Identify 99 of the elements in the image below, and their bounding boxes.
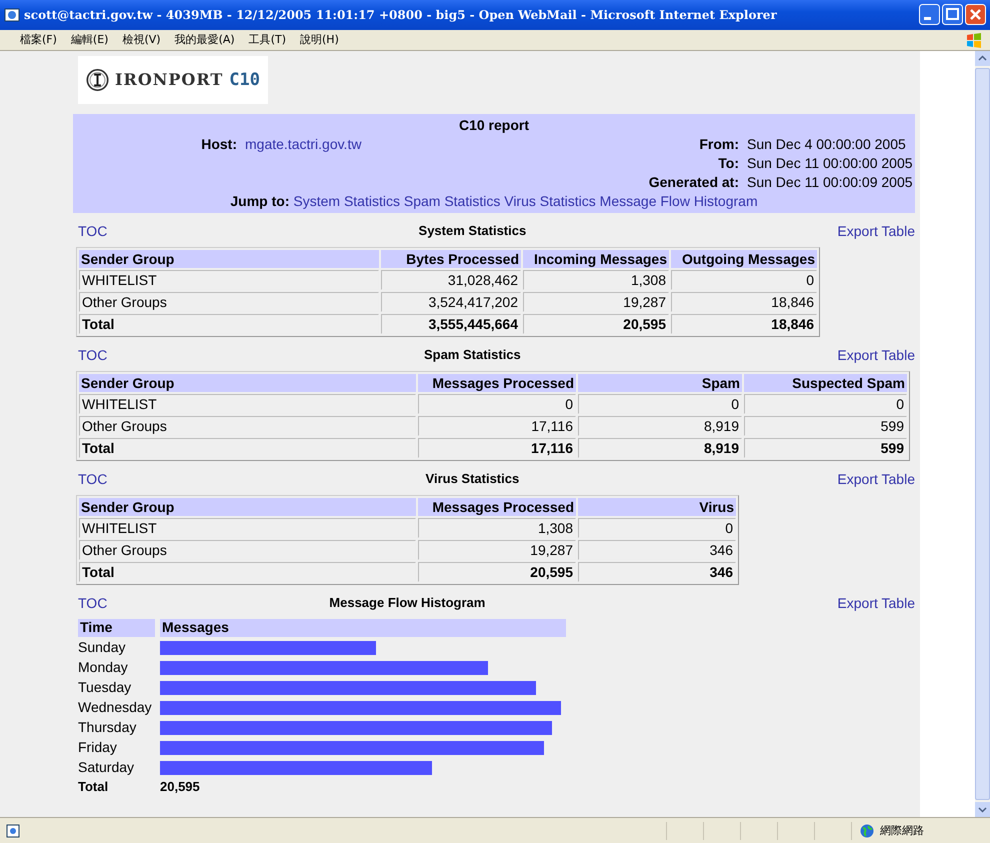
table-cell: 18,846 [671,292,817,312]
table-cell: WHITELIST [79,394,416,414]
column-header: Sender Group [79,250,379,268]
total-cell: Total [79,438,416,458]
table-cell: 8,919 [578,416,742,436]
export-table-link[interactable]: Export Table [837,470,915,487]
menu-item[interactable]: 檔案(F) [20,32,57,48]
table-cell: 3,524,417,202 [381,292,521,312]
section-title: Message Flow Histogram [328,595,486,610]
table-cell: WHITELIST [79,270,379,290]
column-header: Suspected Spam [744,374,907,392]
column-header: Spam [578,374,742,392]
day-label: Saturday [78,758,136,777]
windows-flag-icon [966,32,982,48]
section-title: System Statistics [418,223,528,238]
column-header: Messages Processed [418,498,576,516]
table-cell: 17,116 [418,416,576,436]
scroll-down-icon[interactable] [975,802,990,818]
report-title: C10 report [458,116,530,133]
ironport-logo: IRONPORT C10 [78,56,268,104]
table-cell: 0 [418,394,576,414]
day-label: Monday [78,658,129,677]
table-cell: 19,287 [523,292,669,312]
day-label: Thursday [78,718,138,737]
day-label: Wednesday [78,698,153,717]
total-label: Total [78,778,110,796]
field-value: Sun Dec 4 00:00:00 2005 [747,136,907,152]
table-cell: 1,308 [523,270,669,290]
jump-link[interactable]: Message Flow Histogram [600,192,758,209]
table-cell: 0 [671,270,817,290]
column-header: Bytes Processed [381,250,521,268]
close-icon[interactable] [965,4,986,26]
host-label: Host: [200,136,238,152]
export-table-link[interactable]: Export Table [837,222,915,239]
total-cell: Total [79,562,416,582]
column-header: Messages [160,618,566,637]
table-cell: 19,287 [418,540,576,560]
table-cell: 0 [744,394,907,414]
menu-item[interactable]: 檢視(V) [122,32,161,48]
maximize-icon[interactable] [942,4,963,26]
total-cell: 599 [744,438,907,458]
day-label: Sunday [78,638,126,657]
field-label: From: [698,136,740,152]
minimize-icon[interactable] [919,4,940,26]
column-header: Sender Group [79,498,416,516]
menu-item[interactable]: 編輯(E) [70,32,108,48]
total-cell: 8,919 [578,438,742,458]
column-header: Virus [578,498,736,516]
total-cell: 3,555,445,664 [381,314,521,334]
column-header: Sender Group [79,374,416,392]
table-cell: 0 [578,518,736,538]
browser-icon [4,6,20,23]
day-label: Friday [78,738,118,757]
field-value: Sun Dec 11 00:00:00 2005 [747,154,914,171]
total-cell: 20,595 [418,562,576,582]
total-cell: 346 [578,562,736,582]
page-icon [6,824,20,838]
field-label: Generated at: [648,174,740,190]
table-cell: 1,308 [418,518,576,538]
toc-link[interactable]: TOC [78,470,108,487]
jump-label: Jump to: [230,192,290,209]
table-cell: 346 [578,540,736,560]
day-label: Tuesday [78,678,132,697]
table-cell: Other Groups [79,292,379,312]
table-cell: 0 [578,394,742,414]
table-cell: Other Groups [79,416,416,436]
jump-link[interactable]: Spam Statistics [404,192,500,209]
column-header: Messages Processed [418,374,576,392]
table-cell: 31,028,462 [381,270,521,290]
export-table-link[interactable]: Export Table [837,594,915,611]
section-title: Spam Statistics [422,347,522,362]
status-zone: 網際網路 [880,823,924,838]
scroll-up-icon[interactable] [975,50,990,66]
jump-link[interactable]: Virus Statistics [504,192,596,209]
total-cell: 18,846 [671,314,817,334]
field-value: Sun Dec 11 00:00:09 2005 [747,174,914,190]
total-cell: Total [79,314,379,334]
jump-link[interactable]: System Statistics [293,192,400,209]
table-cell: Other Groups [79,540,416,560]
host-link[interactable]: mgate.tactri.gov.tw [245,136,362,152]
toc-link[interactable]: TOC [78,346,108,363]
field-label: To: [717,154,740,171]
window-title: scott@tactri.gov.tw - 4039MB - 12/12/2005 11:01:17 +0800 - big5 - Open WebMail - Microsoft Internet Explorer [24,8,778,22]
total-value: 20,595 [160,778,201,796]
menu-item[interactable]: 工具(T) [248,32,286,48]
total-cell: 17,116 [418,438,576,458]
globe-icon [860,824,874,838]
toc-link[interactable]: TOC [78,222,108,239]
column-header: Outgoing Messages [671,250,817,268]
toc-link[interactable]: TOC [78,594,108,611]
table-cell: WHITELIST [79,518,416,538]
section-title: Virus Statistics [424,471,520,486]
export-table-link[interactable]: Export Table [837,346,915,363]
menu-item[interactable]: 說明(H) [300,32,339,48]
column-header: Incoming Messages [523,250,669,268]
total-cell: 20,595 [523,314,669,334]
menu-item[interactable]: 我的最愛(A) [174,32,235,48]
column-header: Time [78,618,155,637]
table-cell: 599 [744,416,907,436]
